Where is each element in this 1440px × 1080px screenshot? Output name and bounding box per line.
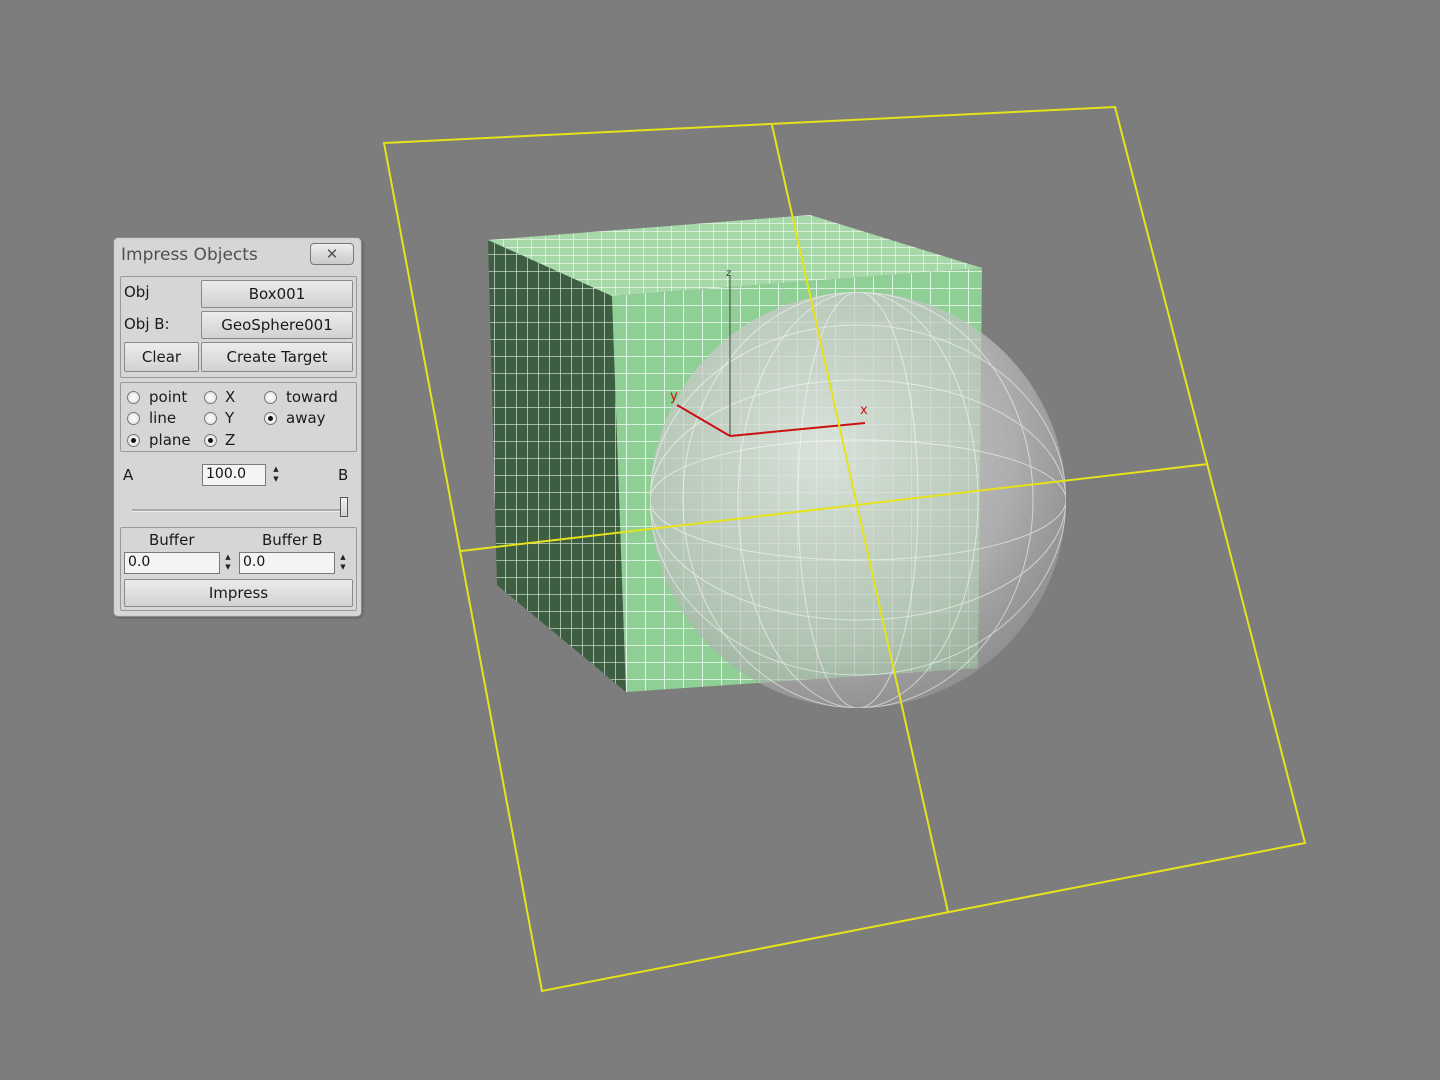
buffer-group: Buffer Buffer B 0.0 ▲ ▼ 0.0 ▲ ▼ Impress	[120, 527, 357, 611]
object-picker-group: Obj Box001 Obj B: GeoSphere001 Clear Cre…	[120, 276, 357, 378]
radio-point-label: point	[149, 388, 188, 406]
radio-plane[interactable]	[127, 434, 140, 447]
impress-objects-dialog: Impress Objects ✕ Obj Box001 Obj B: GeoS…	[113, 237, 362, 617]
axis-y-label: y	[670, 389, 678, 404]
radio-y[interactable]	[204, 412, 217, 425]
b-label: B	[338, 466, 349, 484]
clear-button[interactable]: Clear	[124, 342, 199, 372]
radio-line[interactable]	[127, 412, 140, 425]
objb-pick-button[interactable]: GeoSphere001	[201, 311, 353, 339]
dialog-title: Impress Objects	[121, 245, 258, 265]
axis-x-label: x	[860, 403, 868, 418]
radio-away[interactable]	[264, 412, 277, 425]
radio-x-label: X	[225, 388, 236, 406]
ab-value-field[interactable]: 100.0	[202, 464, 266, 486]
bufferb-field[interactable]: 0.0	[239, 552, 335, 574]
radio-line-label: line	[149, 409, 177, 427]
buffer-label: Buffer	[149, 531, 195, 549]
create-target-button[interactable]: Create Target	[201, 342, 353, 372]
geosphere-object[interactable]	[650, 292, 1066, 708]
a-label: A	[123, 466, 134, 484]
box-left-face	[488, 240, 626, 692]
radio-z[interactable]	[204, 434, 217, 447]
radio-point[interactable]	[127, 391, 140, 404]
radio-x[interactable]	[204, 391, 217, 404]
radio-plane-label: plane	[149, 431, 191, 449]
spinner-down-icon[interactable]: ▼	[270, 474, 282, 484]
bufferb-label: Buffer B	[262, 531, 323, 549]
buffer-field[interactable]: 0.0	[124, 552, 220, 574]
ab-slider-track[interactable]	[132, 509, 348, 512]
radio-away-label: away	[286, 409, 326, 427]
ab-spinner[interactable]: ▲ ▼	[270, 464, 282, 484]
axis-z-label: z	[726, 268, 731, 279]
objb-label: Obj B:	[124, 315, 170, 333]
close-button[interactable]: ✕	[310, 243, 354, 265]
spinner-up-icon[interactable]: ▲	[222, 552, 234, 562]
spinner-down-icon[interactable]: ▼	[222, 562, 234, 572]
close-icon: ✕	[325, 245, 339, 263]
radio-toward-label: toward	[286, 388, 338, 406]
radio-z-label: Z	[225, 431, 236, 449]
buffer-spinner[interactable]: ▲ ▼	[222, 552, 234, 572]
spinner-up-icon[interactable]: ▲	[270, 464, 282, 474]
radio-toward[interactable]	[264, 391, 277, 404]
obj-label: Obj	[124, 283, 150, 301]
spinner-down-icon[interactable]: ▼	[337, 562, 349, 572]
dialog-titlebar[interactable]: Impress Objects ✕	[114, 238, 361, 274]
radio-y-label: Y	[225, 409, 235, 427]
options-group: point line plane X Y Z toward away	[120, 382, 357, 452]
bufferb-spinner[interactable]: ▲ ▼	[337, 552, 349, 572]
obj-pick-button[interactable]: Box001	[201, 280, 353, 308]
impress-button[interactable]: Impress	[124, 579, 353, 607]
spinner-up-icon[interactable]: ▲	[337, 552, 349, 562]
ab-slider-thumb[interactable]	[340, 497, 348, 517]
